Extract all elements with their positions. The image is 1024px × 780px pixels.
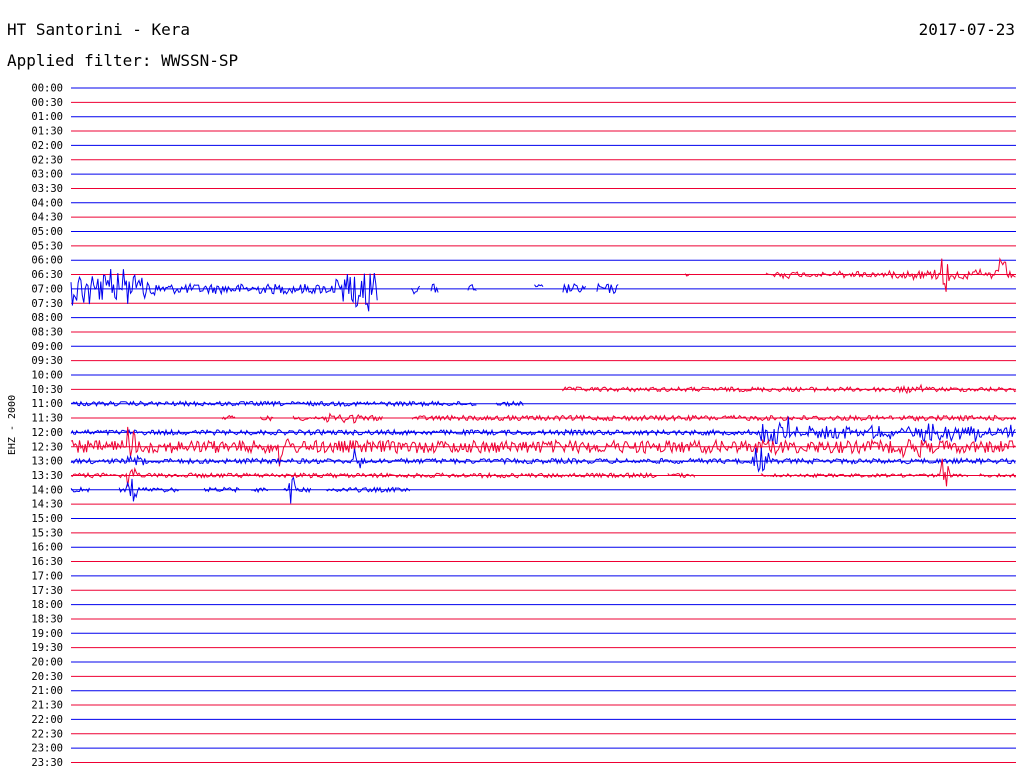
time-label-0030: 00:30 [31, 97, 63, 109]
time-label-2300: 23:00 [31, 743, 63, 755]
time-label-0700: 07:00 [31, 283, 63, 295]
time-label-2130: 21:30 [31, 700, 63, 712]
time-label-0130: 01:30 [31, 126, 63, 138]
time-label-1130: 11:30 [31, 413, 63, 425]
channel-label: EHZ - 2000 [7, 395, 18, 455]
time-label-2030: 20:30 [31, 671, 63, 683]
time-label-0900: 09:00 [31, 341, 63, 353]
time-label-1930: 19:30 [31, 642, 63, 654]
time-label-0430: 04:30 [31, 212, 63, 224]
time-label-1000: 10:00 [31, 370, 63, 382]
time-labels: 00:00 00:30 01:00 01:30 02:00 02:30 03:00 03:30… [31, 83, 63, 769]
time-label-2200: 22:00 [31, 714, 63, 726]
trace-0700-0 [70, 268, 619, 312]
time-label-1230: 12:30 [31, 441, 63, 453]
time-label-1630: 16:30 [31, 556, 63, 568]
time-label-0830: 08:30 [31, 326, 63, 338]
time-label-1400: 14:00 [31, 484, 63, 496]
filter-label: Applied filter: WWSSN-SP [7, 51, 238, 70]
trace-0630-1 [684, 257, 1016, 292]
time-label-0400: 04:00 [31, 197, 63, 209]
time-label-1300: 13:00 [31, 456, 63, 468]
time-label-0530: 05:30 [31, 240, 63, 252]
trace-1330-9 [760, 458, 1016, 487]
time-label-0100: 01:00 [31, 111, 63, 123]
time-label-1700: 17:00 [31, 570, 63, 582]
time-label-1900: 19:00 [31, 628, 63, 640]
time-label-1730: 17:30 [31, 585, 63, 597]
time-label-2100: 21:00 [31, 685, 63, 697]
trace-1200-5 [70, 416, 1016, 445]
time-label-1800: 18:00 [31, 599, 63, 611]
time-label-0200: 02:00 [31, 140, 63, 152]
trace-1300-7 [70, 447, 1016, 473]
helicorder-chart: HT Santorini - Kera 2017-07-23 Applied f… [7, 20, 1017, 769]
time-label-1430: 14:30 [31, 499, 63, 511]
station-title: HT Santorini - Kera [7, 20, 190, 39]
time-label-0330: 03:30 [31, 183, 63, 195]
time-label-0600: 06:00 [31, 255, 63, 267]
time-label-1830: 18:30 [31, 613, 63, 625]
time-label-0500: 05:00 [31, 226, 63, 238]
time-label-1500: 15:00 [31, 513, 63, 525]
time-label-1100: 11:00 [31, 398, 63, 410]
time-label-0300: 03:00 [31, 169, 63, 181]
time-label-2330: 23:30 [31, 757, 63, 769]
time-label-0630: 06:30 [31, 269, 63, 281]
time-label-2230: 22:30 [31, 728, 63, 740]
time-label-0930: 09:30 [31, 355, 63, 367]
seismic-traces [70, 257, 1017, 504]
record-date: 2017-07-23 [919, 20, 1015, 39]
time-label-1530: 15:30 [31, 527, 63, 539]
time-label-1200: 12:00 [31, 427, 63, 439]
time-label-0800: 08:00 [31, 312, 63, 324]
time-label-1330: 13:30 [31, 470, 63, 482]
time-label-0730: 07:30 [31, 298, 63, 310]
time-label-1600: 16:00 [31, 542, 63, 554]
trace-1330-8 [70, 466, 696, 487]
helicorder-rows [71, 87, 1016, 763]
trace-1400-10 [70, 476, 411, 504]
time-label-0230: 02:30 [31, 154, 63, 166]
time-label-1030: 10:30 [31, 384, 63, 396]
time-label-2000: 20:00 [31, 657, 63, 669]
time-label-0000: 00:00 [31, 83, 63, 95]
